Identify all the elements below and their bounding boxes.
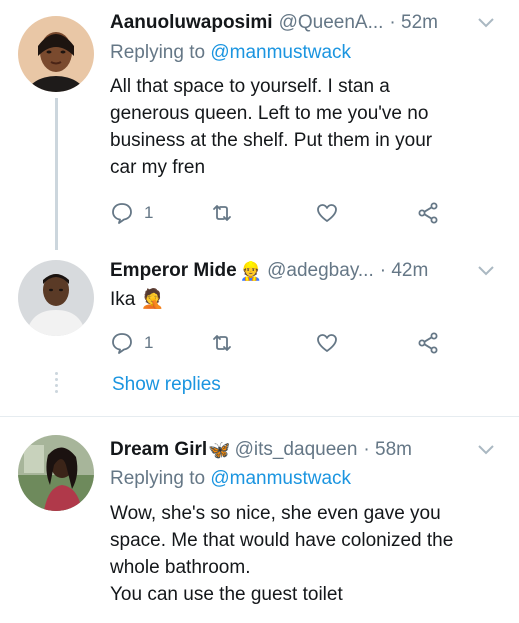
reply-button[interactable]: 1 — [110, 198, 153, 228]
like-button[interactable] — [315, 328, 339, 358]
tweet-text-line: Wow, she's so nice, she even gave you — [110, 503, 441, 524]
replying-to: Replying to @manmustwack — [110, 42, 351, 64]
timestamp[interactable]: · 42m — [380, 260, 429, 282]
avatar-emperor-mide[interactable] — [18, 260, 94, 336]
user-handle[interactable]: @QueenA... — [279, 12, 384, 34]
share-icon — [418, 202, 438, 224]
replying-to-link[interactable]: @manmustwack — [210, 468, 351, 489]
replying-to-link[interactable]: @manmustwack — [210, 42, 351, 63]
tweet-header: Emperor Mide 👷 @adegbay... · 42m — [110, 256, 509, 286]
tweet-text-line: You can use the guest toilet — [110, 584, 343, 605]
tweet-actions: 1 — [110, 198, 450, 228]
reply-button[interactable]: 1 — [110, 328, 153, 358]
timestamp[interactable]: · 58m — [363, 439, 412, 461]
name-emoji: 👷 — [239, 260, 263, 281]
replying-prefix: Replying to — [110, 468, 206, 489]
display-name[interactable]: Dream Girl — [110, 439, 207, 461]
retweet-button[interactable] — [210, 328, 234, 358]
tweet-1[interactable]: Aanuoluwaposimi @QueenA... · 52m Replyin… — [0, 0, 519, 250]
tweet-header: Dream Girl 🦋 @its_daqueen · 58m — [110, 435, 509, 465]
tweet-header: Aanuoluwaposimi @QueenA... · 52m — [110, 8, 509, 38]
tweet-text-line: whole bathroom. — [110, 557, 251, 578]
tweet-text: Ika 🤦 — [110, 286, 510, 313]
share-button[interactable] — [416, 328, 440, 358]
heart-icon — [317, 334, 337, 352]
replying-prefix: Replying to — [110, 42, 206, 63]
chevron-down-icon[interactable] — [477, 443, 495, 457]
tweet-text-line: Ika — [110, 289, 136, 310]
tweet-text-line: All that space to yourself. I stan a — [110, 76, 390, 97]
share-button[interactable] — [416, 198, 440, 228]
display-name[interactable]: Emperor Mide — [110, 260, 237, 282]
chevron-down-icon[interactable] — [477, 264, 495, 278]
tweet-3[interactable]: Dream Girl 🦋 @its_daqueen · 58m Replying… — [0, 417, 519, 623]
avatar-dream-girl[interactable] — [18, 435, 94, 511]
thread-line — [55, 98, 58, 250]
timestamp[interactable]: · 52m — [389, 12, 438, 34]
like-button[interactable] — [315, 198, 339, 228]
user-handle[interactable]: @its_daqueen — [235, 439, 358, 461]
reply-count: 1 — [144, 333, 154, 352]
avatar-woman-icon — [18, 16, 94, 92]
tweet-text-line: business at the shelf. Put them in your — [110, 130, 433, 151]
show-replies-link[interactable]: Show replies — [112, 374, 221, 396]
thread-dots — [55, 372, 58, 396]
retweet-icon — [213, 205, 231, 221]
reply-icon — [112, 333, 132, 354]
retweet-icon — [213, 335, 231, 351]
tweet-text-line: space. Me that would have colonized the — [110, 530, 454, 551]
tweet-actions: 1 — [110, 328, 450, 358]
name-emoji: 🦋 — [208, 439, 231, 460]
tweet-text-line: generous queen. Left to me you've no — [110, 103, 429, 124]
tweet-text-line: car my fren — [110, 157, 206, 178]
tweet-2[interactable]: Emperor Mide 👷 @adegbay... · 42m Ika 🤦 1 — [0, 250, 519, 410]
retweet-button[interactable] — [210, 198, 234, 228]
avatar-illustration-icon — [18, 435, 94, 511]
reply-icon — [112, 203, 132, 224]
chevron-down-icon[interactable] — [477, 16, 495, 30]
heart-icon — [317, 204, 337, 222]
replying-to: Replying to @manmustwack — [110, 468, 351, 490]
text-emoji: 🤦 — [140, 289, 165, 310]
avatar-aanuoluwaposimi[interactable] — [18, 16, 94, 92]
avatar-man-icon — [18, 260, 94, 336]
tweet-text: All that space to yourself. I stan a gen… — [110, 73, 510, 181]
reply-count: 1 — [144, 203, 154, 222]
share-icon — [418, 332, 438, 354]
display-name[interactable]: Aanuoluwaposimi — [110, 12, 273, 34]
user-handle[interactable]: @adegbay... — [267, 260, 374, 282]
tweet-text: Wow, she's so nice, she even gave you sp… — [110, 500, 510, 608]
